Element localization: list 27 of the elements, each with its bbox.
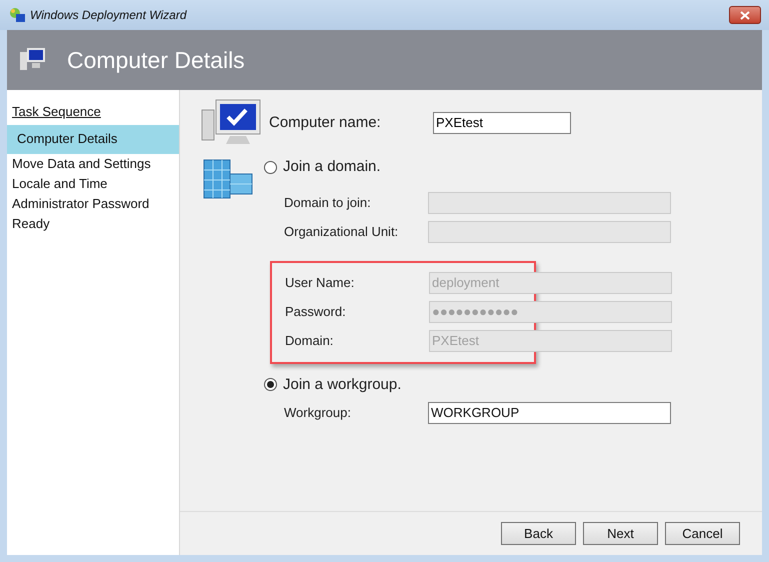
app-icon [8, 6, 26, 24]
computer-name-label: Computer name: [269, 112, 382, 133]
sidebar-item[interactable]: Move Data and Settings [7, 154, 179, 174]
close-button[interactable] [729, 6, 761, 24]
sidebar-item[interactable]: Computer Details [7, 124, 179, 154]
field-label: Organizational Unit: [284, 223, 400, 242]
window-title: Windows Deployment Wizard [30, 7, 187, 24]
wizard-button[interactable]: Next [583, 522, 658, 545]
field-label: Domain: [285, 332, 334, 350]
radio-button[interactable] [264, 378, 277, 392]
radio-label[interactable]: Join a workgroup. [283, 374, 402, 396]
field-label: Password: [285, 303, 347, 322]
sidebar-item[interactable]: Ready [7, 214, 179, 234]
text-field[interactable]: WORKGROUP [428, 402, 671, 424]
page-title: Computer Details [67, 46, 245, 75]
field-label: Domain to join: [284, 194, 372, 212]
field-label: User Name: [285, 274, 356, 292]
wizard-button[interactable]: Cancel [665, 522, 740, 545]
field-label: Workgroup: [284, 404, 352, 422]
radio-button[interactable] [264, 160, 277, 174]
close-icon [740, 10, 750, 20]
sidebar-heading[interactable]: Task Sequence [12, 102, 179, 122]
sidebar-item[interactable]: Administrator Password [7, 194, 179, 214]
wizard-button[interactable]: Back [501, 522, 576, 545]
sidebar-item[interactable]: Locale and Time [7, 174, 179, 194]
computer-name-field[interactable]: PXEtest [433, 112, 571, 134]
radio-label[interactable]: Join a domain. [283, 156, 381, 178]
